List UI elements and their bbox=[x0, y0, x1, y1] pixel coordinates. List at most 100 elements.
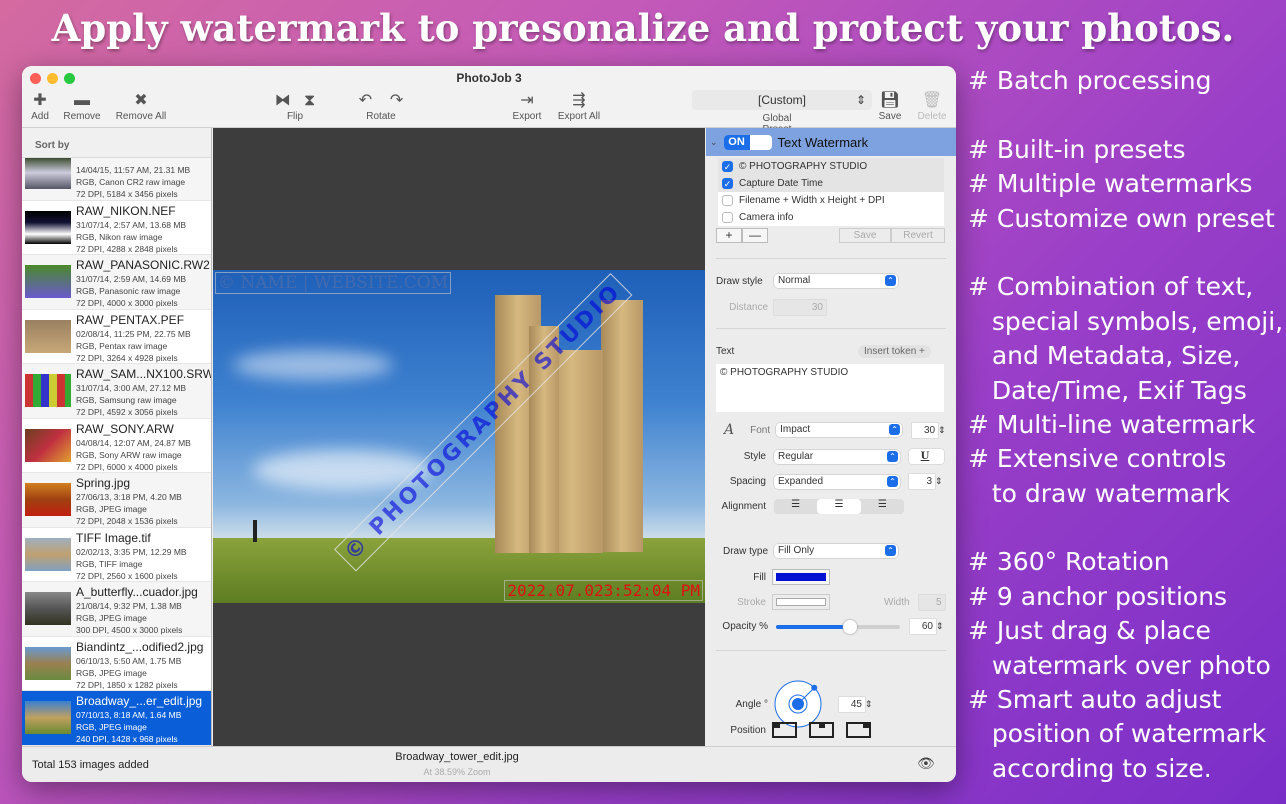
fill-color-well[interactable] bbox=[772, 569, 830, 585]
style-select[interactable]: Regular bbox=[774, 449, 900, 464]
angle-stepper[interactable]: ⇕ bbox=[865, 699, 873, 710]
global-preset-select[interactable]: [Custom] ⇕ bbox=[692, 90, 872, 110]
insert-token-button[interactable]: Insert token + bbox=[858, 345, 931, 358]
file-date-size: 07/10/13, 8:18 AM, 1.64 MB bbox=[76, 710, 182, 720]
sort-by-header[interactable]: Sort by bbox=[22, 128, 211, 158]
underline-button[interactable]: U bbox=[909, 449, 944, 464]
remove-watermark-button[interactable]: — bbox=[742, 228, 768, 243]
list-item[interactable]: A_butterfly...cuador.jpg 21/08/14, 9:32 P… bbox=[22, 582, 211, 637]
anchor-top-right[interactable] bbox=[846, 722, 871, 738]
add-watermark-button[interactable]: + bbox=[716, 228, 742, 243]
draw-style-label: Draw style bbox=[716, 275, 763, 287]
watermark-toggle[interactable]: ON bbox=[723, 134, 772, 150]
thumbnail bbox=[25, 701, 71, 734]
rotate-group[interactable]: ↶ ↷ Rotate bbox=[348, 91, 414, 122]
feature-line: # Built-in presets bbox=[968, 134, 1186, 164]
feature-line: Date/Time, Exif Tags bbox=[968, 375, 1247, 405]
delete-preset-button[interactable]: 🗑︎ Delete bbox=[916, 91, 948, 122]
flip-horizontal-icon[interactable]: ⧓ bbox=[275, 92, 291, 109]
watermark-item[interactable]: ✓ © PHOTOGRAPHY STUDIO bbox=[718, 158, 944, 175]
watermark-name-website[interactable]: © NAME | WEBSITE.COM bbox=[215, 272, 452, 294]
feature-line: # Customize own preset bbox=[968, 203, 1275, 233]
status-bar: Total 153 images added Broadway_tower_ed… bbox=[22, 746, 956, 782]
draw-style-select[interactable]: Normal bbox=[774, 274, 898, 288]
eye-icon[interactable]: 👁︎ bbox=[917, 755, 935, 772]
export-icon: ⇥ bbox=[520, 92, 534, 109]
angle-field[interactable]: 45 bbox=[839, 696, 865, 712]
font-icon: A bbox=[724, 422, 735, 438]
watermark-label: Filename + Width x Height + DPI bbox=[739, 195, 885, 206]
save-preset-button[interactable]: 💾︎ Save bbox=[878, 91, 902, 122]
watermark-text-area[interactable]: © PHOTOGRAPHY STUDIO bbox=[716, 364, 944, 412]
spacing-field[interactable]: 3 bbox=[909, 474, 935, 489]
spacing-select[interactable]: Expanded bbox=[774, 474, 900, 489]
opacity-slider-knob[interactable] bbox=[843, 619, 858, 634]
checkbox[interactable] bbox=[722, 195, 733, 206]
file-dimensions: 240 DPI, 1428 x 968 pixels bbox=[76, 734, 178, 744]
file-name: Biandintz_...odified2.jpg bbox=[76, 639, 204, 654]
flip-group[interactable]: ⧓ ⧗ Flip bbox=[262, 91, 328, 122]
spacing-label: Spacing bbox=[729, 476, 766, 487]
feature-line: watermark over photo bbox=[968, 650, 1271, 680]
opacity-field[interactable]: 60 bbox=[910, 619, 936, 634]
list-item[interactable]: RAW_NIKON.NEF 31/07/14, 2:57 AM, 13.68 MB… bbox=[22, 200, 211, 255]
feature-line bbox=[968, 98, 1283, 132]
file-name: RAW_SONY.ARW bbox=[76, 421, 174, 436]
text-watermark-header[interactable]: ⌄ ON Text Watermark bbox=[706, 128, 956, 156]
feature-line: position of watermark bbox=[968, 719, 1267, 749]
list-item[interactable]: Biandintz_...odified2.jpg 06/10/13, 5:50 … bbox=[22, 636, 211, 691]
checkbox[interactable]: ✓ bbox=[722, 161, 733, 172]
spacing-stepper[interactable]: ⇕ bbox=[935, 476, 943, 487]
list-item[interactable]: Broadway_...er_edit.jpg 07/10/13, 8:18 AM… bbox=[22, 691, 211, 746]
preview-canvas[interactable]: © NAME | WEBSITE.COM © PHOTOGRAPHY STUDI… bbox=[213, 128, 705, 746]
checkbox[interactable]: ✓ bbox=[722, 178, 733, 189]
opacity-slider[interactable] bbox=[776, 619, 900, 634]
file-name: RAW_NIKON.NEF bbox=[76, 203, 176, 218]
list-item[interactable]: RAW_SONY.ARW 04/08/14, 12:07 AM, 24.87 MB… bbox=[22, 418, 211, 473]
align-right-icon[interactable]: ☰ bbox=[861, 499, 904, 514]
font-select[interactable]: Impact bbox=[776, 423, 903, 437]
watermark-item[interactable]: Camera info bbox=[718, 209, 944, 226]
save-watermark-button[interactable]: Save bbox=[839, 228, 891, 243]
list-item[interactable]: Spring.jpg 27/06/13, 3:18 PM, 4.20 MB RGB,… bbox=[22, 473, 211, 528]
export-all-button[interactable]: ⇶ Export All bbox=[554, 91, 604, 122]
style-label: Style bbox=[743, 451, 766, 462]
file-type: RGB, JPEG image bbox=[76, 667, 147, 678]
width-label: Width bbox=[884, 596, 910, 608]
list-item[interactable]: RAW_PENTAX.PEF 02/08/14, 11:25 PM, 22.75 … bbox=[22, 309, 211, 364]
list-item[interactable]: TIFF Image.tif 02/02/13, 3:35 PM, 12.29 M… bbox=[22, 527, 211, 582]
export-button[interactable]: ⇥ Export bbox=[510, 91, 544, 122]
trash-icon: 🗑︎ bbox=[921, 92, 943, 109]
font-size-field[interactable]: 30 bbox=[912, 422, 939, 438]
stroke-color-well[interactable] bbox=[772, 594, 830, 610]
anchor-top-center[interactable] bbox=[809, 722, 834, 738]
watermark-item[interactable]: Filename + Width x Height + DPI bbox=[718, 192, 944, 209]
rotate-left-icon[interactable]: ↶ bbox=[359, 92, 372, 109]
add-button[interactable]: ✚ Add bbox=[28, 91, 52, 122]
opacity-stepper[interactable]: ⇕ bbox=[936, 621, 944, 632]
feature-line: # Multiple watermarks bbox=[968, 169, 1253, 199]
watermark-date-time[interactable]: 2022.07.023:52:04 PM bbox=[504, 580, 703, 601]
flip-vertical-icon[interactable]: ⧗ bbox=[304, 92, 315, 109]
distance-field[interactable]: 30 bbox=[774, 300, 826, 315]
draw-type-select[interactable]: Fill Only bbox=[774, 544, 898, 558]
anchor-top-left[interactable] bbox=[772, 722, 797, 738]
font-size-stepper[interactable]: ⇕ bbox=[938, 425, 946, 436]
align-left-icon[interactable]: ☰ bbox=[774, 499, 817, 514]
stroke-width-field[interactable]: 5 bbox=[918, 594, 945, 610]
list-item[interactable]: RAW_SAM...NX100.SRW 31/07/14, 3:00 AM, 27… bbox=[22, 364, 211, 419]
list-item[interactable]: RAW_PANASONIC.RW2 31/07/14, 2:59 AM, 14.6… bbox=[22, 255, 211, 310]
feature-line: # Extensive controls bbox=[968, 444, 1227, 474]
rotate-right-icon[interactable]: ↷ bbox=[390, 92, 403, 109]
align-center-icon[interactable]: ☰ bbox=[817, 499, 861, 514]
watermark-item[interactable]: ✓ Capture Date Time bbox=[718, 175, 944, 192]
file-date-size: 31/07/14, 2:59 AM, 14.69 MB bbox=[76, 274, 187, 284]
fill-label: Fill bbox=[753, 571, 766, 583]
checkbox[interactable] bbox=[722, 212, 733, 223]
remove-button[interactable]: ▬ Remove bbox=[62, 91, 102, 122]
file-dimensions: 72 DPI, 4000 x 3000 pixels bbox=[76, 298, 178, 308]
thumbnail bbox=[25, 374, 71, 407]
remove-all-button[interactable]: ✖ Remove All bbox=[114, 91, 168, 122]
chevron-down-icon[interactable]: ⌄ bbox=[710, 137, 718, 148]
revert-watermark-button[interactable]: Revert bbox=[891, 228, 945, 243]
